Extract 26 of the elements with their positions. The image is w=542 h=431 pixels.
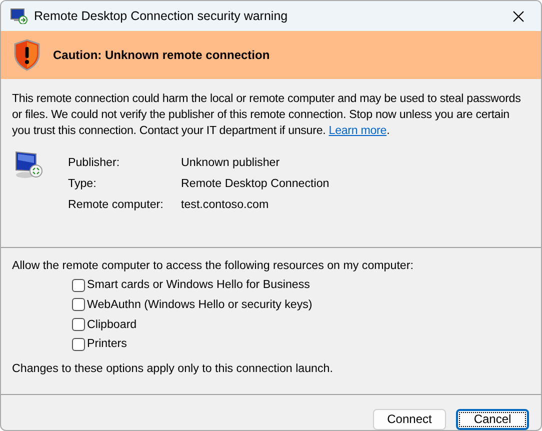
remote-computer-icon: [13, 150, 45, 180]
detail-value: Remote Desktop Connection: [181, 176, 330, 192]
window-title: Remote Desktop Connection security warning: [34, 8, 288, 24]
cancel-button[interactable]: Cancel: [456, 409, 529, 430]
checkbox[interactable]: [72, 318, 85, 332]
checkbox[interactable]: [72, 278, 85, 292]
detail-label: Publisher:: [68, 155, 121, 171]
checkbox[interactable]: [72, 338, 85, 351]
warning-message: This remote connection could harm the local or remote computer and may be used to steal passwords or files. We could not verify the publisher of this remote connection. Stop now unless you are certain you trust this connection. Contact your IT department if unsure. Learn more.: [11, 91, 522, 138]
close-icon: [512, 10, 524, 22]
resources-heading: Allow the remote computer to access the following resources on my computer:: [12, 258, 414, 274]
checkbox-label: Clipboard: [87, 316, 137, 332]
computer-icon: [10, 8, 28, 24]
detail-label: Type:: [68, 176, 98, 192]
checkbox-label: Smart cards or Windows Hello for Business: [87, 277, 310, 294]
shield-warning-icon: [13, 39, 41, 72]
checkbox-label: Printers: [87, 336, 127, 352]
checkbox[interactable]: [72, 298, 85, 312]
detail-value: test.contoso.com: [181, 196, 270, 212]
connect-button[interactable]: Connect: [373, 409, 446, 430]
options-note: Changes to these options apply only to this connection launch.: [12, 361, 334, 377]
detail-value: Unknown publisher: [181, 155, 281, 171]
checkbox-label: WebAuthn (Windows Hello or security keys): [87, 297, 312, 313]
banner-title: Caution: Unknown remote connection: [53, 47, 270, 64]
learn-more-link[interactable]: Learn more: [328, 124, 387, 137]
detail-label: Remote computer:: [68, 196, 164, 212]
